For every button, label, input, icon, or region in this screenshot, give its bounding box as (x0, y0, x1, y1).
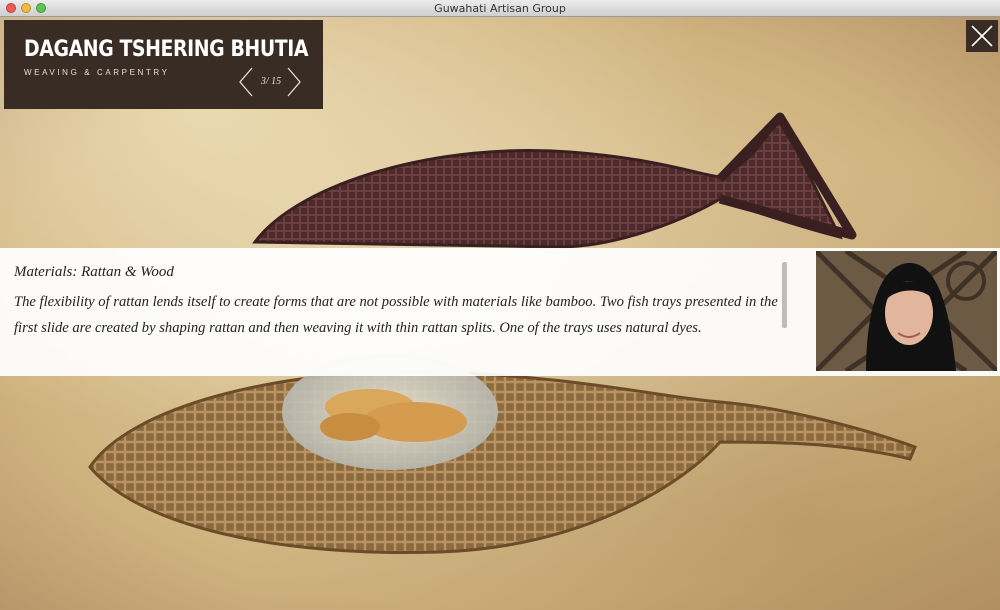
window-titlebar: Guwahati Artisan Group (0, 0, 1000, 17)
artisan-header-panel: DAGANG TSHERING BHUTIA WEAVING & CARPENT… (4, 20, 323, 109)
close-icon (971, 25, 993, 47)
artisan-photo (816, 251, 997, 371)
window-title: Guwahati Artisan Group (434, 2, 566, 15)
light-fish-tray-image (80, 347, 940, 577)
description-text: The flexibility of rattan lends itself t… (14, 294, 778, 336)
chevron-left-icon[interactable] (238, 67, 254, 97)
chevron-right-icon[interactable] (286, 67, 302, 97)
dark-fish-tray-image (240, 107, 880, 267)
artisan-craft: WEAVING & CARPENTRY (24, 68, 170, 77)
slide-counter: 3/ 15 (260, 76, 282, 87)
close-button[interactable] (966, 20, 998, 52)
info-band: Materials: Rattan & Wood The flexibility… (0, 248, 1000, 376)
scrollbar[interactable] (782, 262, 787, 328)
slide-pager: 3/ 15 (238, 67, 304, 97)
materials-heading: Materials: Rattan & Wood (14, 264, 174, 280)
artisan-name: DAGANG TSHERING BHUTIA (24, 37, 309, 62)
